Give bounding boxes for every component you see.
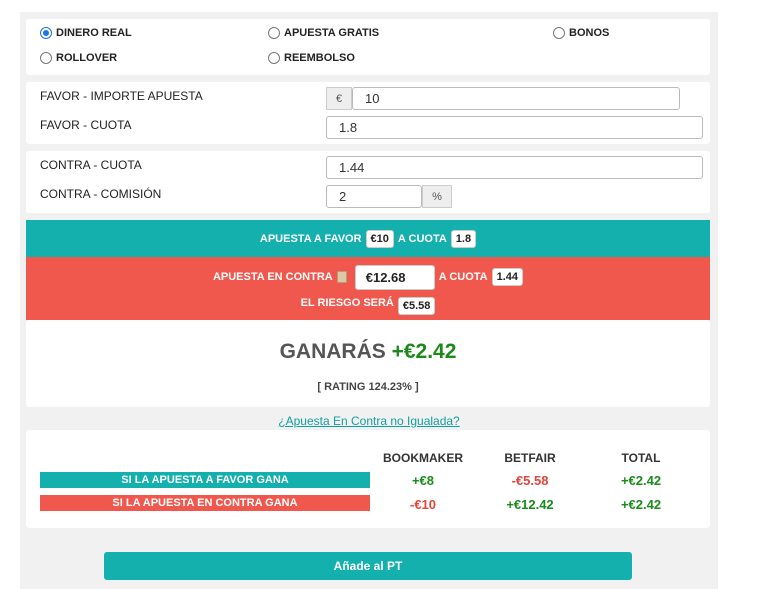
favor-summary-band: APUESTA A FAVOR €10 A CUOTA 1.8 <box>26 220 710 257</box>
contra-amount-box[interactable]: €12.68 <box>354 264 435 290</box>
contra-summary-band: APUESTA EN CONTRA €12.68 A CUOTA 1.44 <box>26 257 710 297</box>
win-line: GANARÁS +€2.42 <box>26 340 710 364</box>
radio-icon[interactable] <box>40 52 52 64</box>
rating-text: [ RATING 124.23% ] <box>317 381 419 393</box>
radio-label: BONOS <box>569 27 610 39</box>
risk-band: EL RIESGO SERÁ €5.58 <box>26 297 710 320</box>
contra-summary-text: APUESTA EN CONTRA <box>212 271 333 283</box>
radio-label: REEMBOLSO <box>284 52 355 64</box>
contra-odds-pill: 1.44 <box>491 268 524 286</box>
mode-card: DINERO REAL APUESTA GRATIS BONOS ROLLOVE… <box>26 19 710 75</box>
radio-icon[interactable] <box>553 27 565 39</box>
result-card: GANARÁS +€2.42 [ RATING 124.23% ] <box>26 320 710 407</box>
risk-amount-pill: €5.58 <box>397 297 436 315</box>
row-label-favor: SI LA APUESTA A FAVOR GANA <box>40 472 370 488</box>
favor-amount-pill: €10 <box>365 229 394 248</box>
contra-odds-label: CONTRA - CUOTA <box>40 158 142 172</box>
radio-icon[interactable] <box>268 52 280 64</box>
risk-text: EL RIESGO SERÁ <box>300 297 394 309</box>
contra-commission-label: CONTRA - COMISIÓN <box>40 187 162 201</box>
radio-rollover[interactable]: ROLLOVER <box>40 52 117 64</box>
copy-icon[interactable] <box>336 271 347 283</box>
radio-dinero-real[interactable]: DINERO REAL <box>40 27 132 39</box>
contra-odds-input[interactable]: 1.44 <box>326 156 703 179</box>
calculator-panel: DINERO REAL APUESTA GRATIS BONOS ROLLOVE… <box>20 12 718 589</box>
add-to-pt-button[interactable]: Añade al PT <box>104 552 632 580</box>
favor-odds-input[interactable]: 1.8 <box>326 116 703 139</box>
cell-bookmaker-favor: +€8 <box>411 473 435 488</box>
radio-apuesta-gratis[interactable]: APUESTA GRATIS <box>268 27 379 39</box>
win-text: GANARÁS <box>279 340 386 363</box>
unmatched-bet-link[interactable]: ¿Apuesta En Contra no Igualada? <box>20 414 718 428</box>
contra-odds-text: A CUOTA <box>438 271 488 283</box>
radio-reembolso[interactable]: REEMBOLSO <box>268 52 355 64</box>
favor-stake-input[interactable]: 10 <box>352 87 680 110</box>
radio-selected-icon[interactable] <box>40 27 52 39</box>
radio-bonos[interactable]: BONOS <box>553 27 609 39</box>
row-label-contra: SI LA APUESTA EN CONTRA GANA <box>40 495 370 511</box>
favor-odds-pill: 1.8 <box>450 229 477 248</box>
radio-icon[interactable] <box>268 27 280 39</box>
cell-total-contra: +€2.42 <box>620 497 662 512</box>
cell-betfair-contra: +€12.42 <box>506 497 554 512</box>
outcome-table: BOOKMAKER BETFAIR TOTAL SI LA APUESTA A … <box>26 430 710 528</box>
favor-odds-text: A CUOTA <box>397 232 447 245</box>
col-header-bookmaker: BOOKMAKER <box>383 451 463 465</box>
contra-card: CONTRA - CUOTA 1.44 CONTRA - COMISIÓN 2 … <box>26 151 710 213</box>
radio-label: APUESTA GRATIS <box>284 27 380 39</box>
favor-summary-text: APUESTA A FAVOR <box>259 232 362 245</box>
favor-stake-label: FAVOR - IMPORTE APUESTA <box>40 89 203 103</box>
favor-odds-label: FAVOR - CUOTA <box>40 118 132 132</box>
win-amount: +€2.42 <box>391 340 457 363</box>
radio-label: ROLLOVER <box>56 52 118 64</box>
currency-addon: € <box>326 87 352 110</box>
col-header-total: TOTAL <box>621 451 661 465</box>
radio-label: DINERO REAL <box>56 27 132 39</box>
percent-addon: % <box>422 185 452 208</box>
col-header-betfair: BETFAIR <box>504 451 556 465</box>
favor-card: FAVOR - IMPORTE APUESTA € 10 FAVOR - CUO… <box>26 82 710 144</box>
cell-total-favor: +€2.42 <box>620 473 662 488</box>
contra-commission-input[interactable]: 2 <box>326 185 422 208</box>
cell-betfair-favor: -€5.58 <box>511 473 549 488</box>
cell-bookmaker-contra: -€10 <box>409 497 437 512</box>
